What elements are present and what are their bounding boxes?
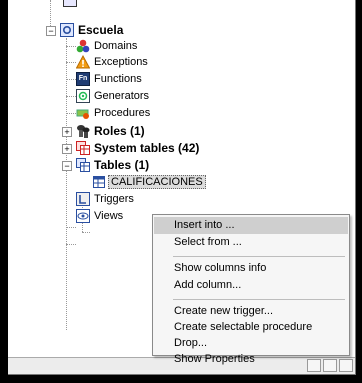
tree-item-label: Procedures <box>94 107 151 119</box>
procedures-icon <box>76 106 90 120</box>
menu-item-add-column[interactable]: Add column... <box>154 277 348 294</box>
functions-icon: Fn <box>76 72 90 86</box>
menu-separator <box>173 299 345 300</box>
menu-item-drop[interactable]: Drop... <box>154 335 348 352</box>
menu-item-select-from[interactable]: Select from ... <box>154 234 348 251</box>
menu-item-show-columns-info[interactable]: Show columns info <box>154 260 348 277</box>
tree-connector <box>66 96 76 97</box>
tree-item-label: Domains <box>94 40 138 52</box>
tree-item-label: Functions <box>94 73 142 85</box>
domains-icon <box>76 39 90 53</box>
collapse-escuela-toggle[interactable]: − <box>46 26 56 36</box>
expand-system-tables-toggle[interactable]: + <box>62 144 72 154</box>
tree-item-label: System tables (42) <box>94 141 200 155</box>
tree-connector <box>66 244 76 245</box>
menu-item-create-selectable-procedure[interactable]: Create selectable procedure <box>154 319 348 336</box>
tree-item-label: Exceptions <box>94 56 148 68</box>
tree-connector <box>66 113 76 114</box>
tree-connector <box>66 79 76 80</box>
tree-connector <box>66 227 76 228</box>
tree-item-label: Views <box>94 210 124 222</box>
system-tables-icon <box>76 141 90 155</box>
menu-separator <box>173 256 345 257</box>
tree-item-system-tables[interactable]: System tables (42) <box>76 140 199 156</box>
tree-item-label: Generators <box>94 90 150 102</box>
tree-item-label: Tables (1) <box>94 158 150 172</box>
tree-item-views[interactable]: Views <box>76 208 123 224</box>
tree-item-label: Roles (1) <box>94 124 145 138</box>
tree-connector <box>82 232 90 233</box>
tree-connector <box>66 46 76 47</box>
tree-item-escuela[interactable]: Escuela <box>60 22 123 38</box>
tree-item-generators[interactable]: Generators <box>76 88 149 104</box>
tree-item-calificaciones[interactable]: CALIFICACIONES <box>92 174 206 190</box>
tree-item-roles[interactable]: Roles (1) <box>76 123 145 139</box>
views-icon <box>76 209 90 223</box>
roles-icon <box>76 124 90 138</box>
collapse-tables-toggle[interactable]: − <box>62 161 72 171</box>
database-icon <box>60 23 74 37</box>
tree-item-label: Triggers <box>94 193 134 205</box>
menu-item-show-properties[interactable]: Show Properties <box>154 351 348 368</box>
tree-item-domains[interactable]: Domains <box>76 38 137 54</box>
tree-item-exceptions[interactable]: Exceptions <box>75 54 148 70</box>
tree-connector <box>66 62 76 63</box>
tree-item-label: CALIFICACIONES <box>108 175 206 189</box>
generator-icon <box>76 89 90 103</box>
warning-icon <box>75 54 91 69</box>
tables-icon <box>76 158 90 172</box>
tree-item-label: Escuela <box>78 23 124 37</box>
expand-roles-toggle[interactable]: + <box>62 127 72 137</box>
database-icon <box>63 0 77 7</box>
menu-item-insert-into[interactable]: Insert into ... <box>154 217 348 234</box>
context-menu: Insert into ... Select from ... Show col… <box>152 214 350 365</box>
tree-connector <box>66 38 67 330</box>
table-icon <box>92 175 106 189</box>
tree-item-procedures[interactable]: Procedures <box>76 105 150 121</box>
tree-item-tables[interactable]: Tables (1) <box>76 157 149 173</box>
triggers-icon <box>76 192 90 206</box>
tree-item-functions[interactable]: Fn Functions <box>76 71 142 87</box>
tree-item-triggers[interactable]: Triggers <box>76 191 134 207</box>
menu-item-create-new-trigger[interactable]: Create new trigger... <box>154 303 348 320</box>
